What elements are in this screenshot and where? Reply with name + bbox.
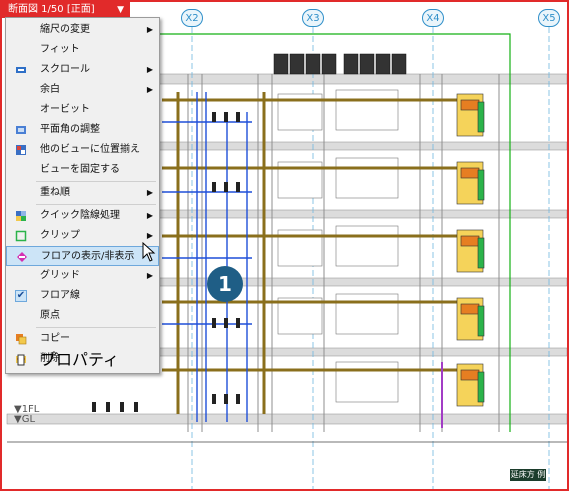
checkmark-icon: ✔ — [15, 290, 27, 302]
menu-separator — [36, 204, 156, 205]
step-callout: 1 — [207, 266, 243, 302]
grid-label-x4: X4 — [422, 9, 444, 27]
menu-item-align-view[interactable]: 他のビューに位置揃え — [6, 140, 159, 160]
menu-item-floor-line[interactable]: ✔ フロア線 — [6, 286, 159, 306]
plane-angle-icon — [16, 126, 26, 134]
menu-separator — [36, 327, 156, 328]
scroll-icon — [16, 67, 26, 73]
submenu-arrow-icon: ▶ — [146, 271, 153, 280]
pipes — [162, 92, 252, 422]
menu-item-lock-view[interactable]: ビューを固定する — [6, 160, 159, 180]
copy-icon — [16, 334, 27, 345]
floor-visibility-icon — [17, 252, 27, 262]
menu-item-grid[interactable]: グリッド ▶ — [6, 266, 159, 286]
menu-item-floor-visibility[interactable]: フロアの表示/非表示 — [6, 246, 159, 266]
menu-separator — [36, 181, 156, 182]
submenu-arrow-icon: ▶ — [146, 25, 153, 34]
rooftop-units — [273, 53, 407, 75]
submenu-arrow-icon: ▶ — [146, 65, 153, 74]
dropdown-arrow-icon[interactable]: ▼ — [117, 2, 124, 18]
grid-label-x2: X2 — [181, 9, 203, 27]
context-menu: 縮尺の変更 ▶ フィット スクロール ▶ 余白 ▶ オービット 平面角の調整 他… — [5, 17, 160, 374]
view-tab-label: 断面図 1/50 [正面] — [8, 4, 95, 15]
level-gl: ▼GL — [14, 414, 36, 425]
menu-item-scale-change[interactable]: 縮尺の変更 ▶ — [6, 20, 159, 40]
menu-item-plane-angle[interactable]: 平面角の調整 — [6, 120, 159, 140]
menu-item-orbit[interactable]: オービット — [6, 100, 159, 120]
menu-item-margin[interactable]: 余白 ▶ — [6, 80, 159, 100]
scale-box: 延床方 例 — [510, 469, 546, 481]
equipment — [456, 93, 485, 407]
menu-item-clip[interactable]: クリップ ▶ — [6, 226, 159, 246]
menu-item-quick-hidden-line[interactable]: クイック陰線処理 ▶ — [6, 206, 159, 226]
submenu-arrow-icon: ▶ — [146, 211, 153, 220]
submenu-arrow-icon: ▶ — [146, 188, 153, 197]
menu-item-origin[interactable]: 原点 — [6, 306, 159, 326]
menu-item-scroll[interactable]: スクロール ▶ — [6, 60, 159, 80]
menu-item-copy[interactable]: コピー — [6, 329, 159, 349]
hidden-line-icon — [16, 211, 26, 221]
menu-item-stack-order[interactable]: 重ね順 ▶ — [6, 183, 159, 203]
clip-icon — [15, 230, 27, 242]
properties-icon — [17, 354, 25, 366]
mouse-cursor-icon — [142, 242, 156, 262]
align-view-icon — [16, 145, 26, 155]
section-view-frame[interactable]: 断面図 1/50 [正面] ▼ X2 X3 X4 X5 ▼1FL ▼GL 延床方… — [0, 0, 569, 491]
view-tab[interactable]: 断面図 1/50 [正面] ▼ — [2, 2, 130, 18]
menu-item-fit[interactable]: フィット — [6, 40, 159, 60]
grid-label-x3: X3 — [302, 9, 324, 27]
submenu-arrow-icon: ▶ — [146, 85, 153, 94]
menu-item-properties[interactable]: プロパティ — [6, 350, 159, 370]
grid-label-x5: X5 — [538, 9, 560, 27]
